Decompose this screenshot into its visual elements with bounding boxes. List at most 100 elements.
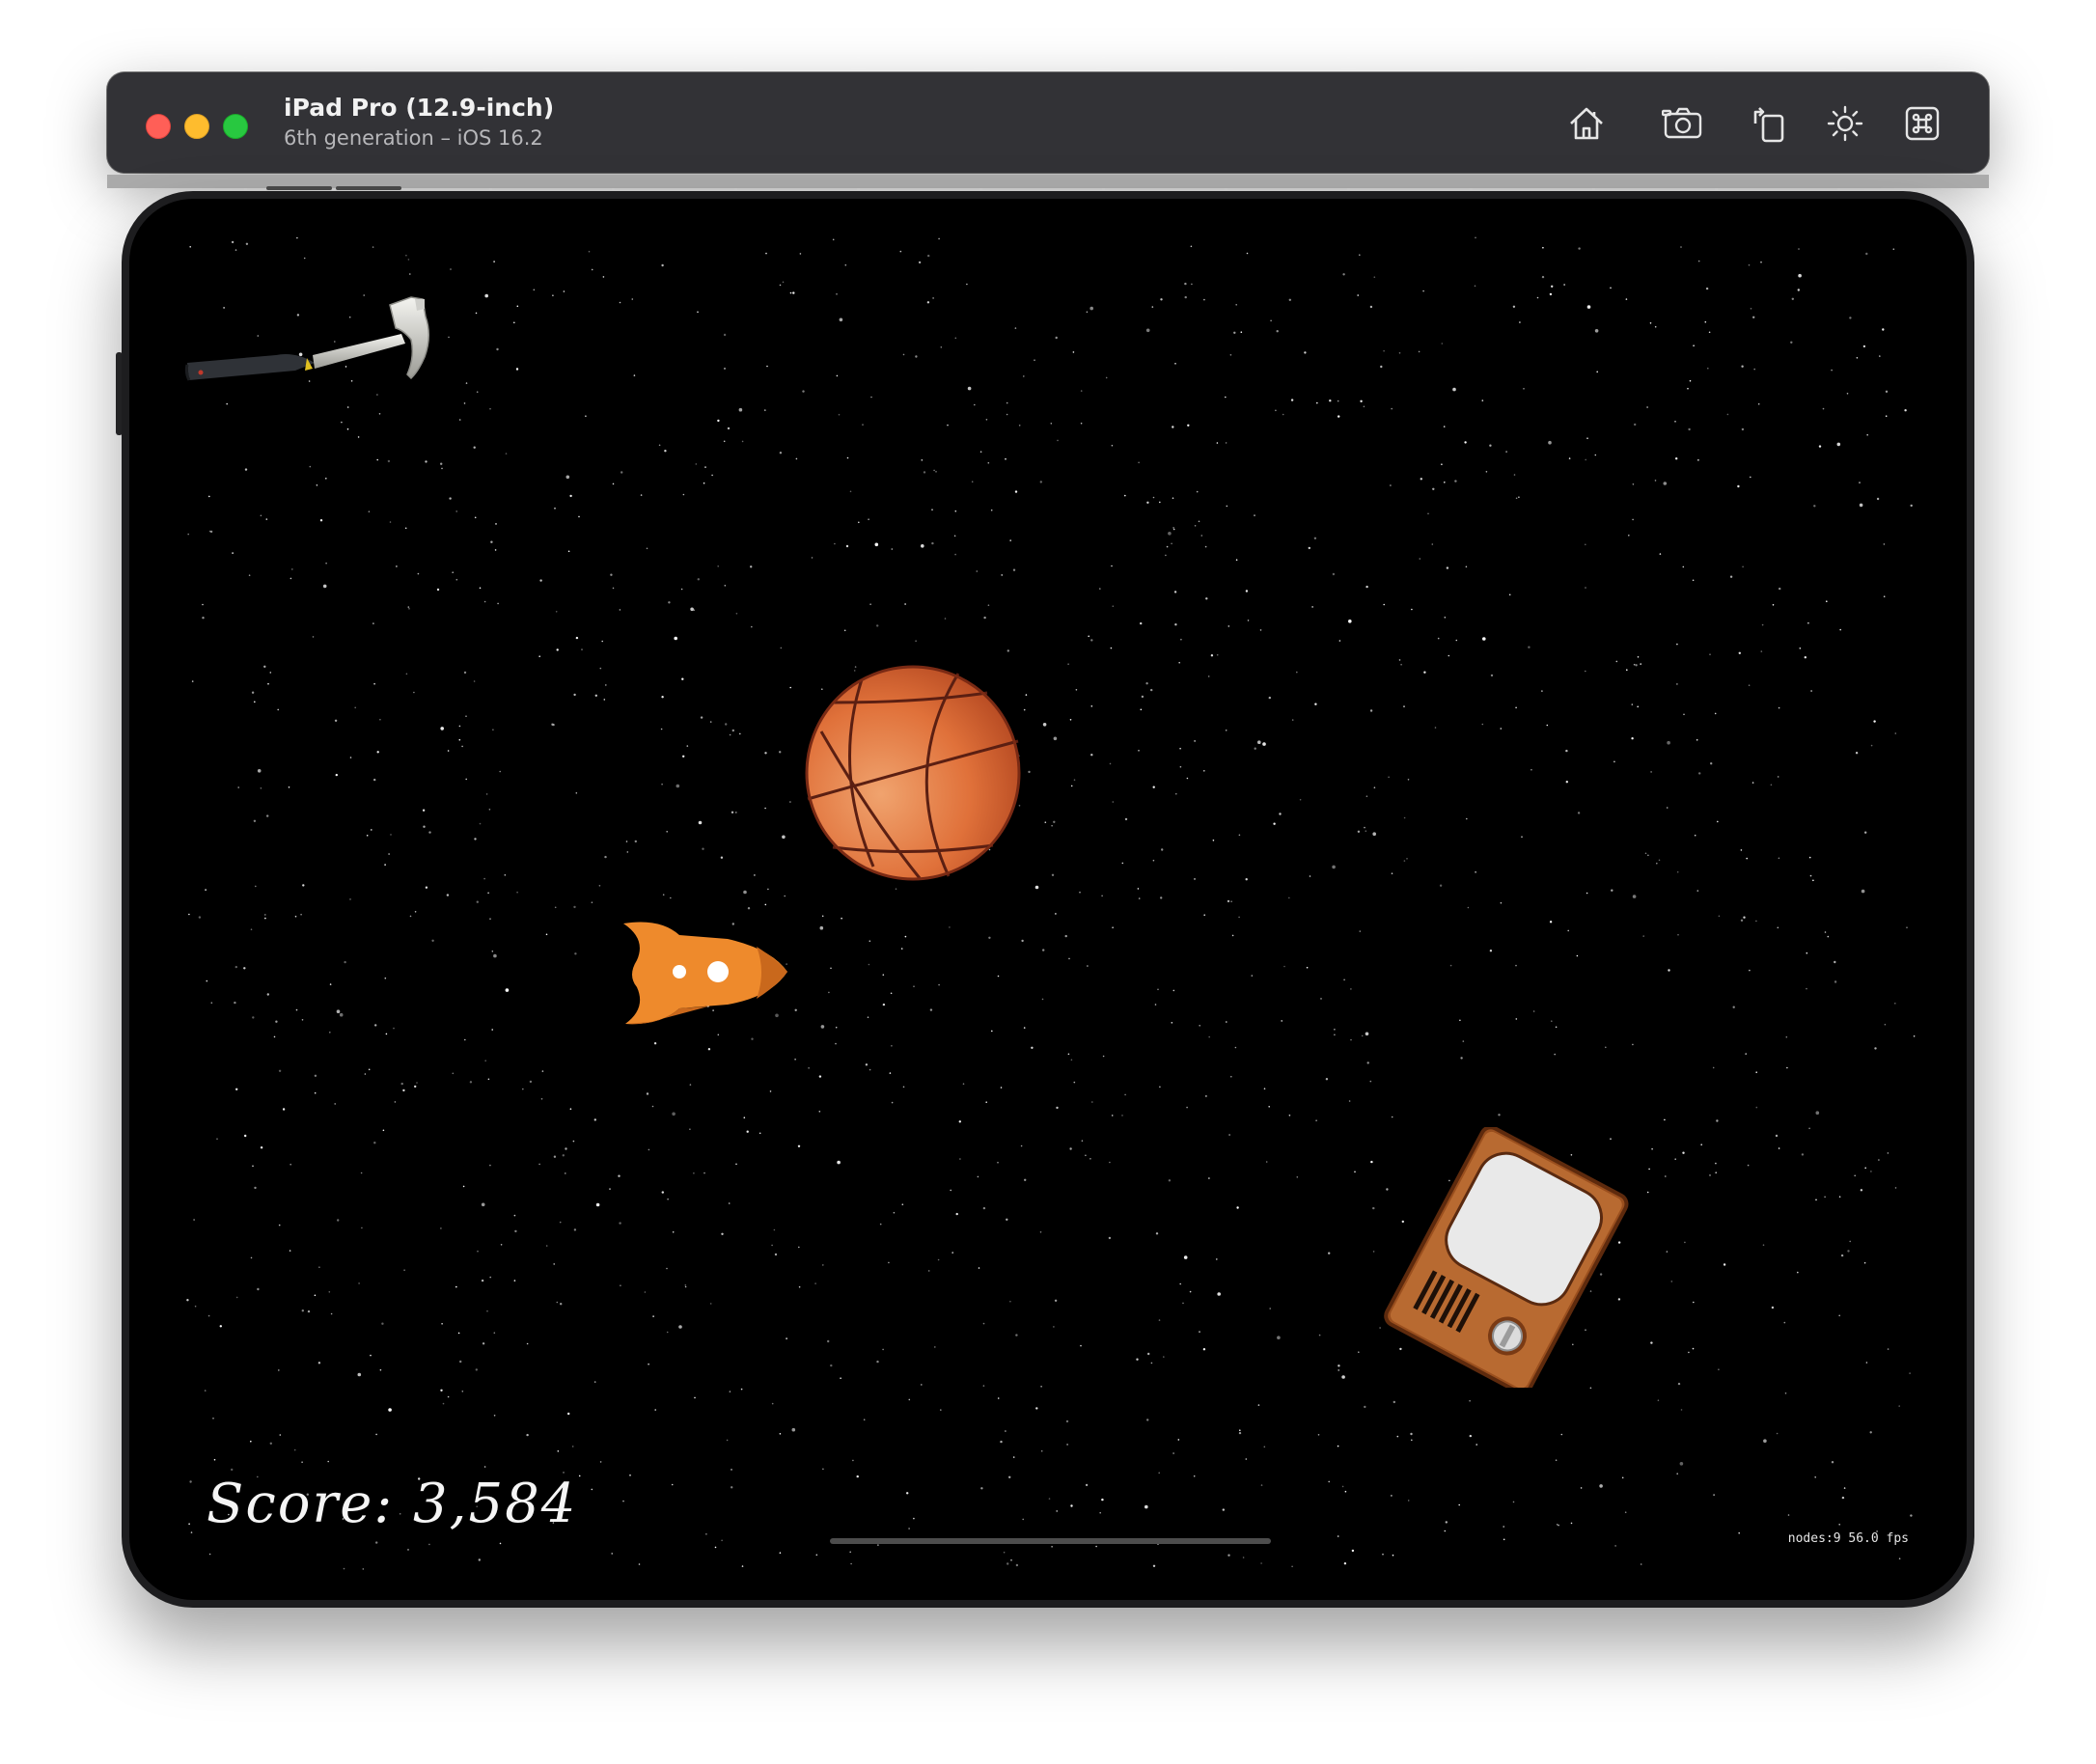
star	[336, 1009, 341, 1013]
star	[250, 928, 253, 930]
star	[1225, 396, 1227, 399]
star	[1909, 1372, 1911, 1374]
star	[1163, 1356, 1165, 1358]
star	[505, 453, 508, 455]
star	[1279, 813, 1282, 815]
star	[244, 468, 248, 471]
keyboard-shortcuts-button[interactable]	[1898, 99, 1946, 148]
star	[253, 819, 257, 822]
home-indicator[interactable]	[830, 1538, 1271, 1544]
star	[591, 1488, 593, 1491]
home-button[interactable]	[1562, 99, 1611, 148]
star	[1481, 723, 1484, 726]
close-window-button[interactable]	[146, 114, 171, 139]
star	[290, 1163, 291, 1166]
star	[1000, 1087, 1003, 1089]
star	[891, 1101, 894, 1104]
star	[288, 786, 290, 788]
star	[293, 1448, 296, 1451]
star	[440, 462, 443, 465]
star	[1778, 706, 1780, 709]
star	[1785, 1035, 1788, 1038]
star	[1288, 896, 1290, 899]
star	[1635, 664, 1638, 667]
star	[1317, 1434, 1320, 1436]
star	[303, 257, 306, 260]
star	[834, 542, 836, 545]
star	[187, 533, 189, 536]
star	[376, 751, 379, 754]
star	[1089, 1158, 1091, 1160]
device-os-version: 6th generation – iOS 16.2	[284, 126, 543, 150]
star	[1455, 639, 1458, 642]
star	[1124, 817, 1128, 821]
star	[473, 446, 476, 449]
star	[599, 1461, 602, 1463]
star	[255, 885, 257, 888]
star	[389, 521, 392, 523]
star	[504, 874, 507, 876]
star	[1870, 1171, 1872, 1172]
star	[266, 814, 269, 817]
star	[327, 1460, 329, 1463]
star	[1205, 1095, 1207, 1097]
star	[795, 457, 798, 460]
star	[870, 396, 872, 399]
star	[676, 784, 680, 788]
star	[1000, 1440, 1003, 1444]
star	[461, 745, 463, 748]
score-label: Score: 3,584	[207, 1473, 578, 1535]
star	[375, 1541, 378, 1544]
star	[653, 1042, 657, 1045]
star	[1448, 654, 1450, 657]
star	[254, 1186, 257, 1190]
star	[339, 1012, 344, 1017]
star	[703, 482, 705, 484]
star	[593, 1381, 596, 1383]
star	[1625, 298, 1628, 300]
star	[1420, 478, 1423, 481]
star	[612, 482, 615, 485]
home-icon	[1570, 107, 1603, 140]
star	[1680, 246, 1682, 248]
star	[1647, 854, 1649, 857]
star	[493, 1415, 496, 1417]
star	[378, 413, 381, 415]
star	[997, 1161, 999, 1164]
star	[1688, 427, 1691, 431]
star	[966, 283, 968, 286]
star	[1865, 1362, 1868, 1364]
star	[208, 1553, 211, 1556]
rotate-button[interactable]	[1745, 99, 1793, 148]
game-screen[interactable]: Score: 3,584 nodes:9 56.0 fps	[129, 199, 1967, 1600]
star	[409, 915, 412, 918]
star	[1586, 437, 1588, 439]
screenshot-button[interactable]	[1659, 99, 1707, 148]
star	[322, 584, 327, 589]
zoom-window-button[interactable]	[223, 114, 248, 139]
star	[1245, 590, 1249, 593]
appearance-button[interactable]	[1821, 99, 1869, 148]
star	[1031, 1046, 1034, 1049]
star	[1715, 1171, 1717, 1173]
star	[1884, 1023, 1887, 1026]
star	[1179, 1282, 1181, 1285]
star	[1110, 647, 1113, 649]
star	[555, 611, 558, 613]
star	[1065, 1419, 1069, 1423]
star	[1665, 1175, 1667, 1177]
star	[902, 1086, 905, 1089]
star	[698, 820, 703, 825]
star	[1090, 754, 1093, 757]
star	[1709, 653, 1711, 655]
star	[1541, 690, 1543, 692]
star	[1874, 1047, 1877, 1050]
star	[895, 888, 897, 890]
star	[1751, 782, 1754, 784]
star	[1260, 1562, 1262, 1564]
star	[1085, 1483, 1089, 1487]
minimize-window-button[interactable]	[184, 114, 209, 139]
star	[1190, 245, 1193, 248]
star	[372, 622, 374, 624]
star	[926, 301, 930, 304]
